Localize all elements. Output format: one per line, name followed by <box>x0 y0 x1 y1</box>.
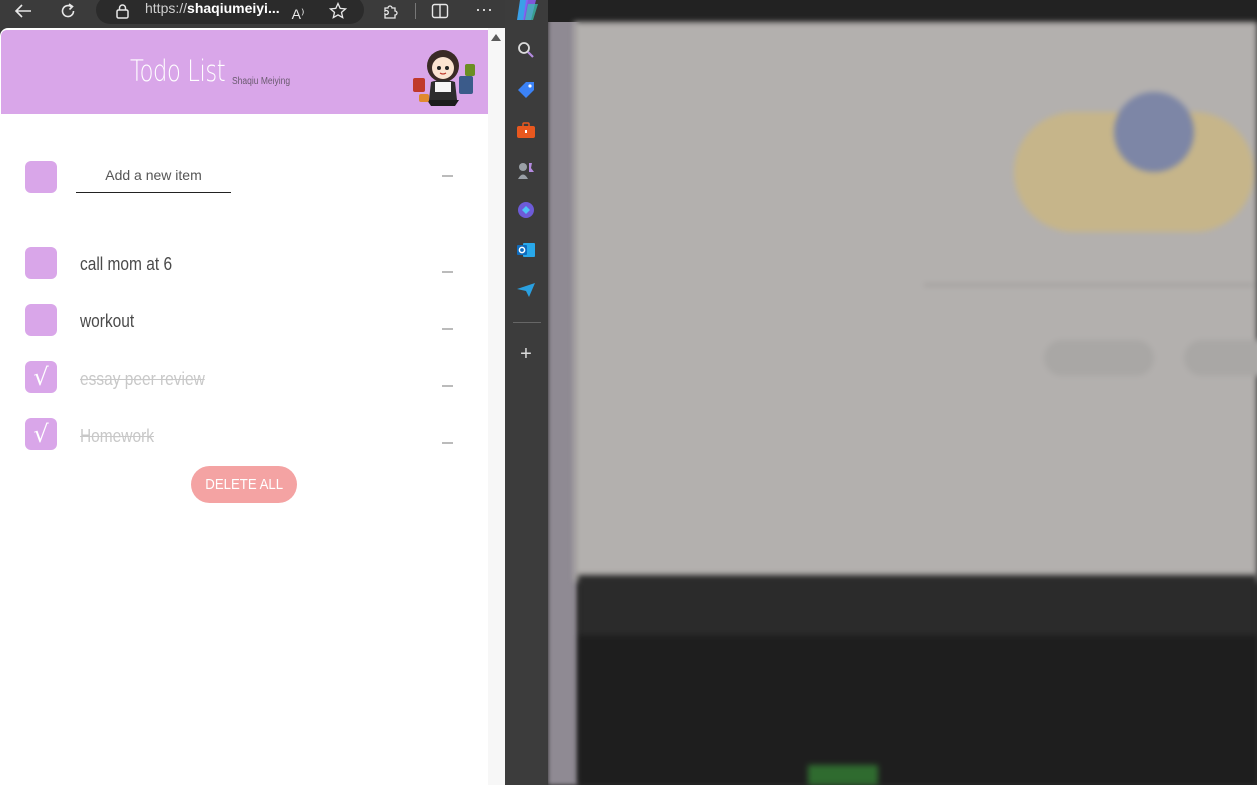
item-remove-icon[interactable] <box>442 328 453 330</box>
delete-all-label: DELETE ALL <box>205 476 283 493</box>
outlook-icon[interactable] <box>514 238 538 262</box>
avatar-illustration <box>413 50 475 106</box>
url-host: shaqiumeiyi... <box>187 0 280 16</box>
blurred-button <box>1044 340 1154 376</box>
item-checkbox-checked[interactable]: √ <box>25 361 57 393</box>
add-icon[interactable]: + <box>514 342 538 366</box>
item-checkbox-checked[interactable]: √ <box>25 418 57 450</box>
blurred-button <box>1184 340 1257 376</box>
shopping-tag-icon[interactable] <box>514 78 538 102</box>
new-item-input[interactable] <box>76 157 231 193</box>
blurred-dark-toolbar <box>578 575 1257 635</box>
send-icon[interactable] <box>514 278 538 302</box>
author-name: Shaqiu Meiying <box>232 76 291 87</box>
blurred-image-detail <box>1114 92 1194 172</box>
item-text-done: essay peer review <box>80 369 205 389</box>
url-scheme: https:// <box>145 0 188 16</box>
new-item-checkbox[interactable] <box>25 161 57 193</box>
sidebar-divider <box>513 322 541 323</box>
delete-all-button[interactable]: DELETE ALL <box>191 466 297 503</box>
todo-page: Todo List Shaqiu Meiying call mom at 6 w… <box>0 28 505 785</box>
search-icon[interactable] <box>514 38 538 62</box>
page-title: Todo List <box>130 54 226 88</box>
item-checkbox[interactable] <box>25 304 57 336</box>
add-glyph: + <box>520 342 532 365</box>
address-bar[interactable]: https://shaqiumeiyi... <box>96 0 364 24</box>
blurred-search-line <box>924 284 1254 286</box>
item-remove-icon[interactable] <box>442 271 453 273</box>
edge-sidebar: + <box>505 0 548 785</box>
scroll-up-arrow-icon[interactable] <box>491 34 501 41</box>
blurred-green-element <box>808 765 878 785</box>
item-checkbox[interactable] <box>25 247 57 279</box>
todo-header: Todo List Shaqiu Meiying <box>1 30 488 114</box>
favorite-star-icon[interactable] <box>328 0 348 22</box>
item-text: workout <box>80 311 135 331</box>
split-screen-icon[interactable] <box>429 0 451 22</box>
read-aloud-glyph: A⁾ <box>291 5 305 22</box>
new-item-remove-icon[interactable] <box>442 175 453 177</box>
tools-icon[interactable] <box>514 118 538 142</box>
copilot-sidebar-icon[interactable] <box>514 198 538 222</box>
blurred-browser-window <box>574 22 1257 582</box>
scrollbar[interactable] <box>488 28 505 785</box>
url-text[interactable]: https://shaqiumeiyi... <box>145 0 280 16</box>
blurred-background-window <box>548 0 1257 785</box>
blurred-top-bar <box>548 0 1257 22</box>
more-glyph: ··· <box>475 0 493 19</box>
checkmark-icon: √ <box>33 363 49 391</box>
read-aloud-icon[interactable]: A⁾ <box>288 3 308 25</box>
refresh-icon[interactable] <box>57 0 79 22</box>
browser-toolbar: https://shaqiumeiyi... A⁾ ··· <box>0 0 505 28</box>
item-remove-icon[interactable] <box>442 385 453 387</box>
extensions-icon[interactable] <box>380 0 402 22</box>
checkmark-icon: √ <box>33 420 49 448</box>
item-remove-icon[interactable] <box>442 442 453 444</box>
item-text-done: Homework <box>80 426 154 446</box>
more-icon[interactable]: ··· <box>472 0 496 20</box>
games-icon[interactable] <box>514 158 538 182</box>
item-text: call mom at 6 <box>80 254 173 274</box>
blurred-dark-window <box>578 575 1257 785</box>
lock-icon[interactable] <box>114 0 130 22</box>
back-icon[interactable] <box>12 0 34 22</box>
copilot-icon[interactable] <box>514 0 540 23</box>
toolbar-divider <box>415 3 416 19</box>
